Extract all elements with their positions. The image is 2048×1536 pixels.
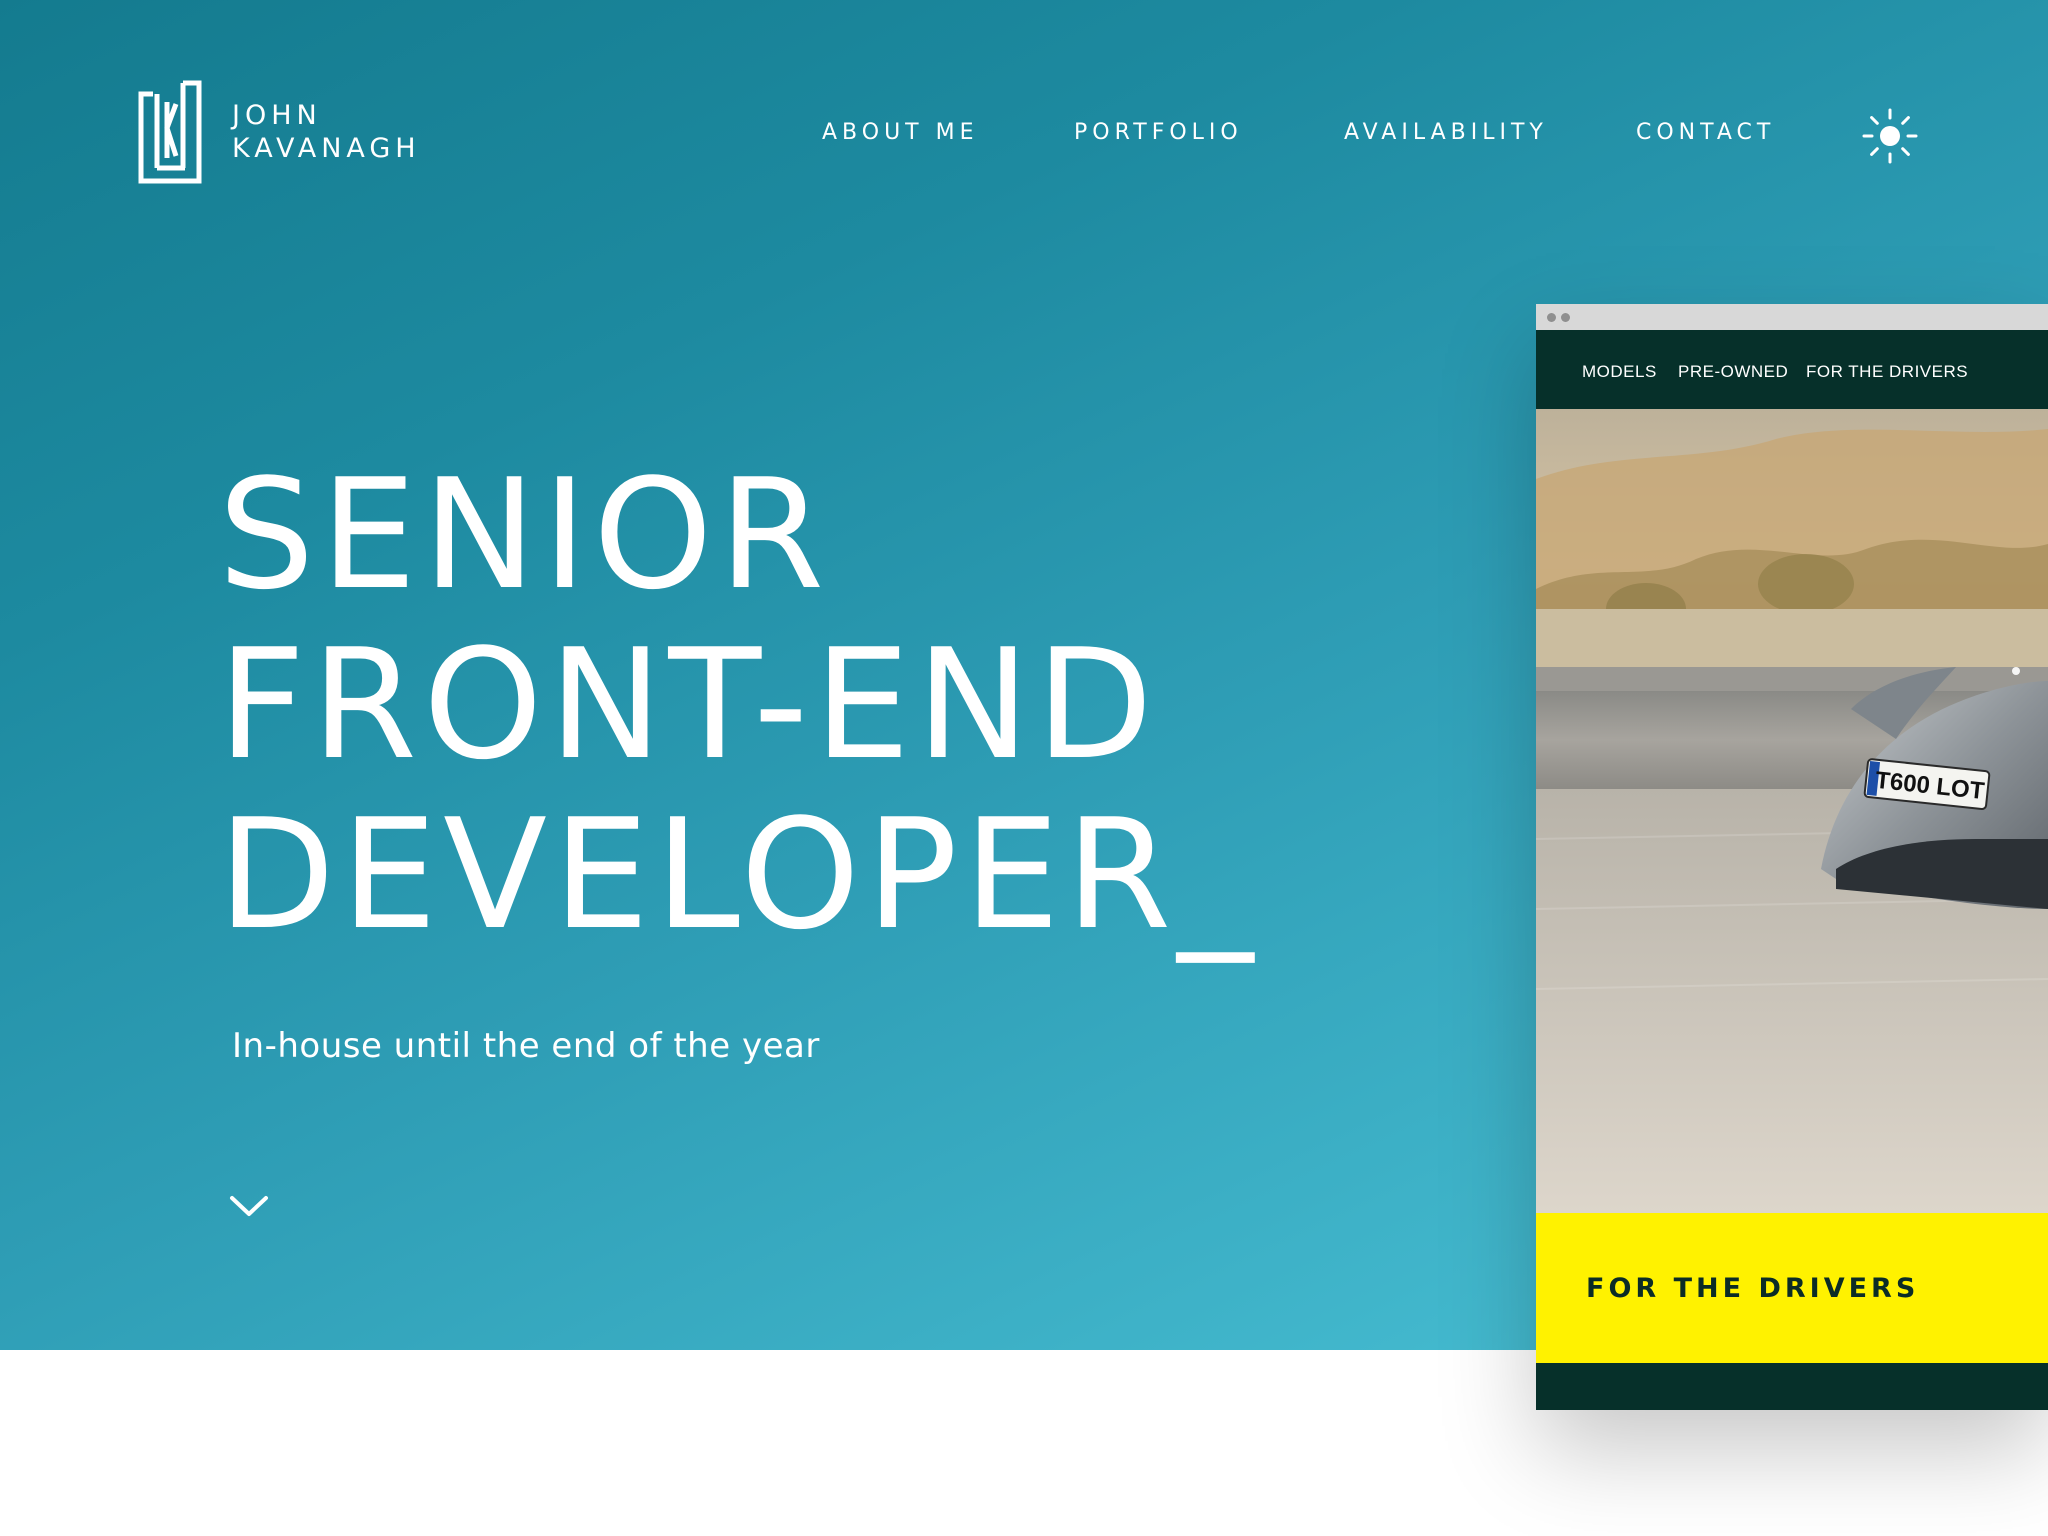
hero-subtitle: In-house until the end of the year — [232, 1026, 820, 1066]
headline-line-2: FRONT-END — [218, 616, 1159, 793]
hero-headline: SENIOR FRONT-END DEVELOPER_ — [218, 450, 1259, 960]
mockup-nav-models: MODELS — [1582, 362, 1657, 381]
nav-portfolio[interactable]: PORTFOLIO — [1074, 120, 1243, 145]
mockup-nav: MODELS PRE-OWNED FOR THE DRIVERS — [1536, 330, 2048, 409]
mockup-footer — [1536, 1363, 2048, 1410]
nav-availability[interactable]: AVAILABILITY — [1344, 120, 1548, 145]
sports-car-image: T600 LOT — [1536, 409, 2048, 1213]
mockup-banner-label: FOR THE DRIVERS — [1586, 1273, 1920, 1304]
window-dot-icon — [1561, 313, 1570, 322]
car-scene-illustration: T600 LOT — [1536, 409, 2048, 1213]
headline-line-1: SENIOR — [218, 446, 831, 623]
window-dot-icon — [1547, 313, 1556, 322]
mockup-nav-pre-owned: PRE-OWNED — [1678, 362, 1789, 381]
chevron-down-icon[interactable] — [228, 1184, 270, 1226]
nav-contact[interactable]: CONTACT — [1636, 120, 1775, 145]
browser-chrome — [1536, 304, 2048, 330]
nav-about-me[interactable]: ABOUT ME — [822, 120, 979, 145]
headline-line-3: DEVELOPER_ — [218, 786, 1260, 963]
mockup-nav-for-the-drivers: FOR THE DRIVERS — [1806, 362, 1969, 381]
sun-icon[interactable] — [1862, 108, 1918, 164]
main-nav: ABOUT ME PORTFOLIO AVAILABILITY CONTACT — [0, 120, 2048, 152]
mockup-yellow-banner: FOR THE DRIVERS — [1536, 1213, 2048, 1363]
portfolio-browser-mockup[interactable]: MODELS PRE-OWNED FOR THE DRIVERS T600 LO… — [1536, 304, 2048, 1410]
